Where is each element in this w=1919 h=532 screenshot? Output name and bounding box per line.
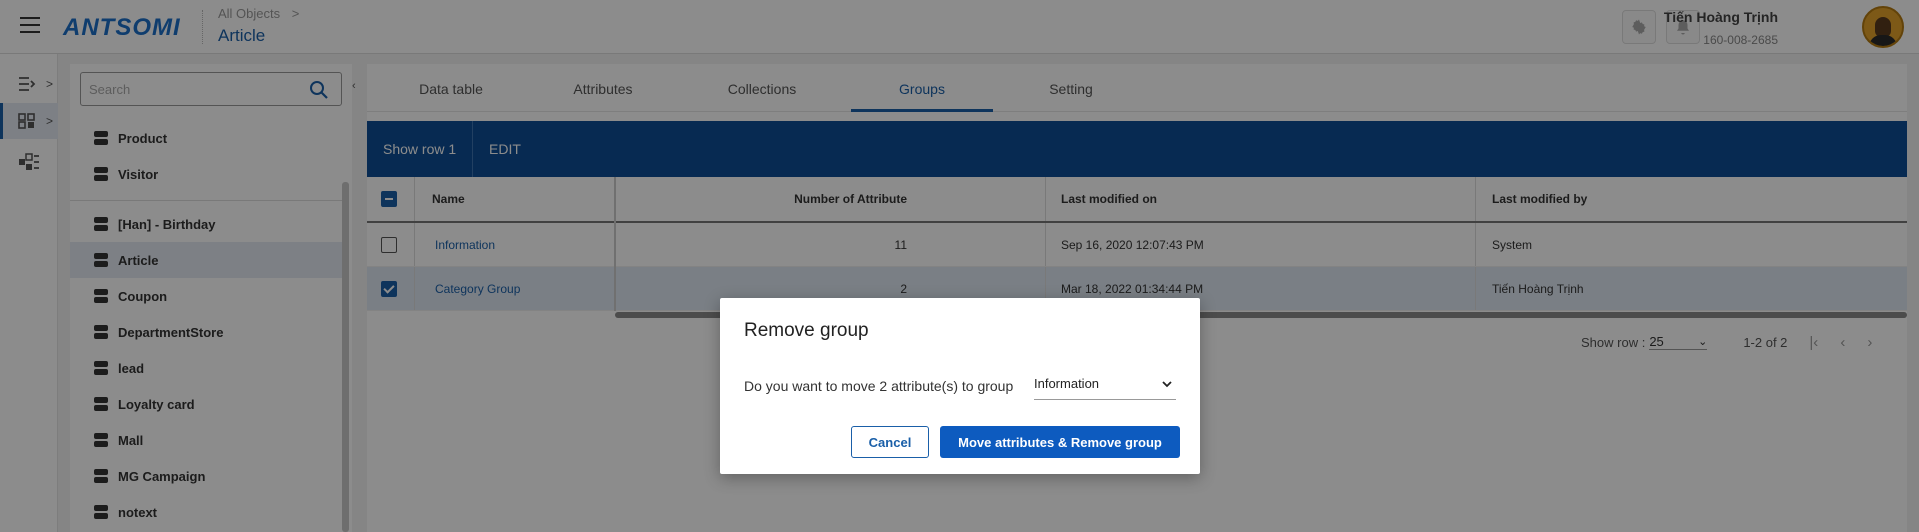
dialog-message: Do you want to move 2 attribute(s) to gr… bbox=[744, 378, 1014, 394]
move-and-remove-button[interactable]: Move attributes & Remove group bbox=[940, 426, 1180, 458]
target-group-value: Information bbox=[1034, 376, 1100, 391]
chevron-down-icon bbox=[1162, 380, 1172, 387]
remove-group-dialog: Remove group Do you want to move 2 attri… bbox=[720, 298, 1200, 474]
cancel-button[interactable]: Cancel bbox=[851, 426, 929, 458]
dialog-title: Remove group bbox=[744, 320, 869, 341]
target-group-select[interactable]: Information bbox=[1034, 368, 1176, 400]
